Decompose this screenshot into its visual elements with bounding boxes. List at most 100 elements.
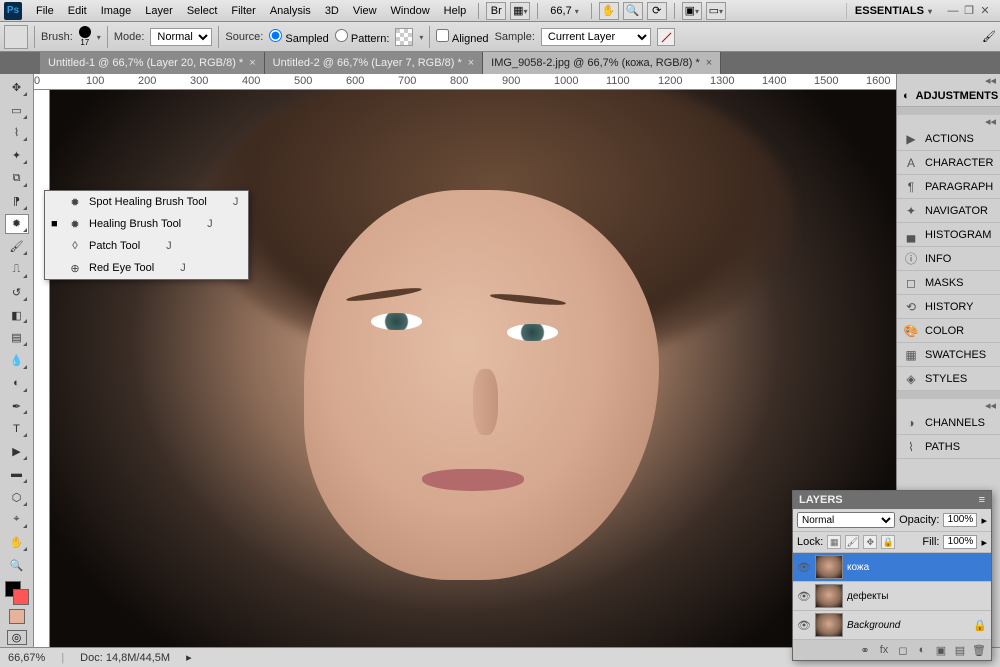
opacity-value[interactable]: 100% [943, 513, 977, 527]
layer-row[interactable]: 👁 дефекты [793, 582, 991, 611]
flyout-patch[interactable]: ◊Patch ToolJ [45, 235, 248, 257]
window-restore-icon[interactable]: ❐ [962, 4, 976, 18]
screen-mode-button[interactable]: ▭ [706, 2, 726, 20]
source-pattern-radio[interactable]: Pattern: [335, 29, 390, 45]
horizontal-ruler[interactable]: 0100200300400500600700800900100011001200… [34, 74, 896, 90]
layer-thumbnail[interactable] [815, 613, 843, 637]
zoom-tool-shortcut[interactable]: 🔍 [623, 2, 643, 20]
character-panel-tab[interactable]: ACHARACTER [897, 151, 1000, 175]
brush-picker-dropdown[interactable] [97, 31, 101, 43]
workspace-switcher[interactable]: ESSENTIALS [846, 3, 940, 19]
flyout-healing-brush[interactable]: ■✹Healing Brush ToolJ [45, 213, 248, 235]
vertical-ruler[interactable] [34, 90, 50, 647]
menu-analysis[interactable]: Analysis [264, 3, 317, 19]
type-tool[interactable]: T [5, 418, 29, 439]
collapse-panels-icon[interactable]: ◂◂ [897, 399, 1000, 411]
quick-mask-button[interactable]: ◎ [7, 630, 27, 645]
menu-window[interactable]: Window [385, 3, 436, 19]
layer-name[interactable]: дефекты [847, 591, 987, 602]
panel-menu-icon[interactable]: ≡ [979, 494, 985, 506]
navigator-panel-tab[interactable]: ✦NAVIGATOR [897, 199, 1000, 223]
delete-layer-button[interactable]: 🗑 [971, 643, 987, 657]
menu-edit[interactable]: Edit [62, 3, 93, 19]
aligned-checkbox[interactable]: Aligned [436, 29, 488, 45]
clone-stamp-tool[interactable]: ⎍ [5, 259, 29, 280]
channels-panel-tab[interactable]: ◑CHANNELS [897, 411, 1000, 435]
layer-mask-button[interactable]: ◻ [895, 643, 911, 657]
3d-camera-tool[interactable]: ⌖ [5, 510, 29, 531]
healing-brush-tool[interactable]: ✹ [5, 214, 29, 235]
lasso-tool[interactable]: ⌇ [5, 123, 29, 144]
sample-select[interactable]: Current Layer [541, 28, 651, 46]
eraser-tool[interactable]: ◧ [5, 305, 29, 326]
history-panel-tab[interactable]: ⟲HISTORY [897, 295, 1000, 319]
shape-tool[interactable]: ▬ [5, 464, 29, 485]
layer-row[interactable]: 👁 Background 🔒 [793, 611, 991, 640]
color-swatches[interactable] [5, 581, 29, 605]
layer-thumbnail[interactable] [815, 584, 843, 608]
blend-mode-select[interactable]: Normal [150, 28, 212, 46]
flyout-red-eye[interactable]: ⊕Red Eye ToolJ [45, 257, 248, 279]
ignore-adjustment-layers-button[interactable] [657, 28, 675, 46]
pen-tool[interactable]: ✒ [5, 396, 29, 417]
crop-tool[interactable]: ⧉ [5, 168, 29, 189]
menu-select[interactable]: Select [181, 3, 224, 19]
menu-image[interactable]: Image [95, 3, 138, 19]
layer-style-button[interactable]: fx [876, 643, 892, 657]
color-panel-tab[interactable]: 🎨COLOR [897, 319, 1000, 343]
swatches-panel-tab[interactable]: ▦SWATCHES [897, 343, 1000, 367]
quick-select-tool[interactable]: ✦ [5, 145, 29, 166]
document-tab[interactable]: IMG_9058-2.jpg @ 66,7% (кожа, RGB/8) *× [483, 52, 721, 74]
menu-file[interactable]: File [30, 3, 60, 19]
paragraph-panel-tab[interactable]: ¶PARAGRAPH [897, 175, 1000, 199]
pattern-swatch[interactable] [395, 28, 413, 46]
close-tab-icon[interactable]: × [468, 57, 474, 69]
histogram-panel-tab[interactable]: ▄HISTOGRAM [897, 223, 1000, 247]
styles-panel-tab[interactable]: ◈STYLES [897, 367, 1000, 391]
close-tab-icon[interactable]: × [249, 57, 255, 69]
menu-filter[interactable]: Filter [225, 3, 261, 19]
layer-blend-mode-select[interactable]: Normal [797, 512, 895, 528]
link-layers-button[interactable]: ⚭ [857, 643, 873, 657]
menu-view[interactable]: View [347, 3, 383, 19]
extra-swatch[interactable] [9, 609, 25, 624]
layer-name[interactable]: Background [847, 620, 969, 631]
dodge-tool[interactable]: ◐ [5, 373, 29, 394]
visibility-icon[interactable]: 👁 [797, 560, 811, 574]
eyedropper-tool[interactable]: ⁋ [5, 191, 29, 212]
view-extras-button[interactable]: ▦ [510, 2, 530, 20]
paths-panel-tab[interactable]: ⌇PATHS [897, 435, 1000, 459]
adjustment-layer-button[interactable]: ◐ [914, 643, 930, 657]
window-minimize-icon[interactable]: — [946, 4, 960, 18]
info-panel-tab[interactable]: ⓘINFO [897, 247, 1000, 271]
close-tab-icon[interactable]: × [706, 57, 712, 69]
zoom-level[interactable]: 66,7 [544, 5, 585, 17]
hand-tool[interactable]: ✋ [5, 532, 29, 553]
lock-position-button[interactable]: ✥ [863, 535, 877, 549]
brush-preview-icon[interactable] [79, 26, 91, 38]
hand-tool-shortcut[interactable]: ✋ [599, 2, 619, 20]
document-canvas[interactable] [50, 90, 896, 647]
status-menu-icon[interactable]: ▸ [186, 651, 192, 664]
gradient-tool[interactable]: ▤ [5, 327, 29, 348]
layer-name[interactable]: кожа [847, 562, 987, 573]
marquee-tool[interactable]: ▭ [5, 100, 29, 121]
collapse-panels-icon[interactable]: ◂◂ [897, 115, 1000, 127]
menu-layer[interactable]: Layer [139, 3, 179, 19]
menu-help[interactable]: Help [438, 3, 473, 19]
window-close-icon[interactable]: ✕ [978, 4, 992, 18]
layer-thumbnail[interactable] [815, 555, 843, 579]
layer-group-button[interactable]: ▣ [933, 643, 949, 657]
actions-panel-tab[interactable]: ▶ACTIONS [897, 127, 1000, 151]
path-select-tool[interactable]: ▶ [5, 441, 29, 462]
layer-row[interactable]: 👁 кожа [793, 553, 991, 582]
toggle-brush-panel-button[interactable]: 🖌 [982, 30, 996, 43]
flyout-spot-healing[interactable]: ✹Spot Healing Brush ToolJ [45, 191, 248, 213]
brush-tool[interactable]: 🖌 [5, 236, 29, 257]
menu-3d[interactable]: 3D [319, 3, 345, 19]
history-brush-tool[interactable]: ↺ [5, 282, 29, 303]
launch-bridge-button[interactable]: Br [486, 2, 506, 20]
fill-value[interactable]: 100% [943, 535, 977, 549]
arrange-documents-button[interactable]: ▣ [682, 2, 702, 20]
source-sampled-radio[interactable]: Sampled [269, 29, 328, 45]
